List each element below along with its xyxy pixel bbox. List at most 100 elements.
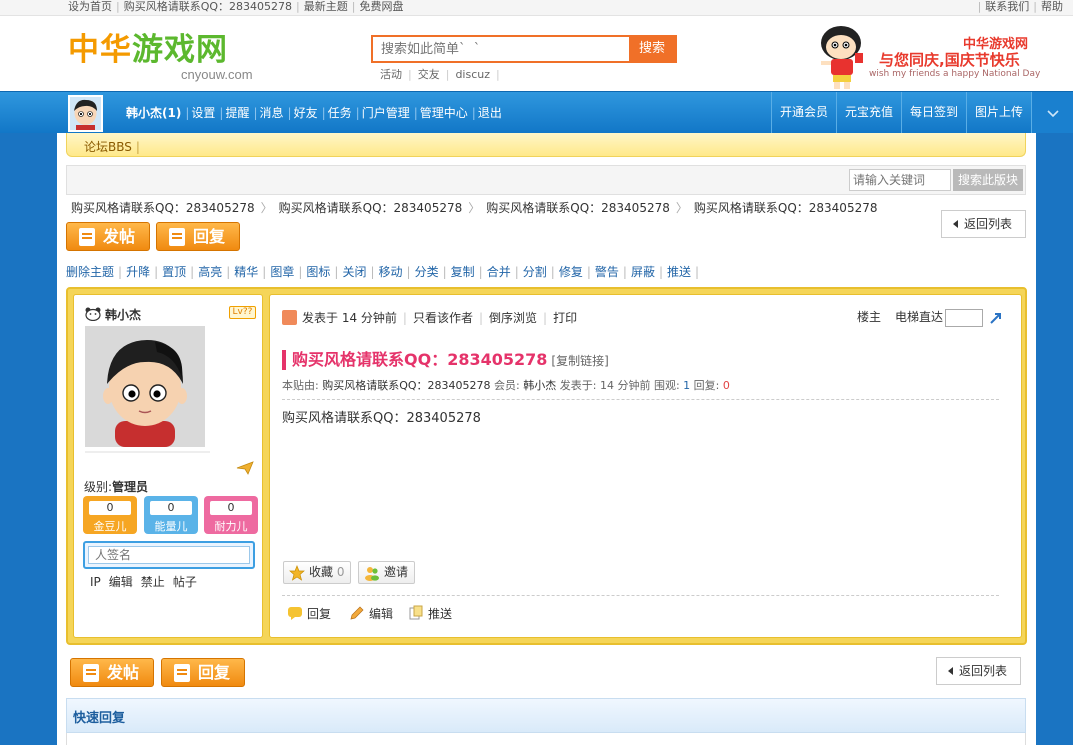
favorite-button[interactable]: 收藏 0 xyxy=(283,561,352,584)
mod-sticky[interactable]: 置顶 xyxy=(162,265,186,279)
mod-delete-topic[interactable]: 删除主题 xyxy=(66,265,114,279)
print-link[interactable]: 打印 xyxy=(553,311,577,325)
reverse-order-link[interactable]: 倒序浏览 xyxy=(489,311,537,325)
site-search-button[interactable]: 搜索 xyxy=(629,37,675,61)
author-ip-link[interactable]: IP xyxy=(90,575,101,589)
latest-topics-link[interactable]: 最新主题 xyxy=(304,0,348,13)
mod-copy[interactable]: 复制 xyxy=(451,265,475,279)
footer-push-link[interactable]: 推送 xyxy=(408,605,452,622)
nav-reminders[interactable]: 提醒 xyxy=(225,106,249,120)
mod-stamp[interactable]: 图章 xyxy=(270,265,294,279)
nav-username[interactable]: 韩小杰(1) xyxy=(126,106,181,120)
mod-warn[interactable]: 警告 xyxy=(595,265,619,279)
mod-repair[interactable]: 修复 xyxy=(559,265,583,279)
logo-text-a: 中华 xyxy=(68,32,132,68)
back-to-list-button[interactable]: 返回列表 xyxy=(941,210,1026,238)
nav-checkin-button[interactable]: 每日签到 xyxy=(900,92,966,134)
free-disk-link[interactable]: 免费网盘 xyxy=(359,0,403,13)
mod-category[interactable]: 分类 xyxy=(415,265,439,279)
nav-upload-button[interactable]: 图片上传 xyxy=(965,92,1031,134)
cartoon-kid-icon xyxy=(821,26,863,89)
nav-recharge-button[interactable]: 元宝充值 xyxy=(835,92,901,134)
breadcrumb-item[interactable]: 购买风格请联系QQ：283405278 xyxy=(71,201,255,215)
new-post-button-bottom[interactable]: 发帖 xyxy=(70,658,154,687)
post-time: 发表于 14 分钟前 xyxy=(302,311,397,325)
author-ban-link[interactable]: 禁止 xyxy=(141,575,165,589)
go-arrow-icon[interactable] xyxy=(989,311,1003,325)
mod-block[interactable]: 屏蔽 xyxy=(631,265,655,279)
breadcrumb-item[interactable]: 购买风格请联系QQ：283405278 xyxy=(279,201,463,215)
nav-messages[interactable]: 消息 xyxy=(260,106,284,120)
nav-avatar[interactable] xyxy=(68,95,103,132)
nav-more-button[interactable] xyxy=(1031,92,1073,134)
bear-icon xyxy=(85,307,101,321)
nav-tasks[interactable]: 任务 xyxy=(328,106,352,120)
new-post-button[interactable]: 发帖 xyxy=(66,222,150,251)
stat-stamina: 0 耐力儿 xyxy=(204,496,258,534)
mod-digest[interactable]: 精华 xyxy=(234,265,258,279)
forum-bbs-link[interactable]: 论坛BBS xyxy=(84,140,132,154)
forum-search-button[interactable]: 搜索此版块 xyxy=(953,169,1023,191)
author-posts-link[interactable]: 帖子 xyxy=(173,575,197,589)
author-name[interactable]: 韩小杰 xyxy=(105,308,141,322)
site-search-input[interactable] xyxy=(373,37,629,61)
mod-push[interactable]: 推送 xyxy=(667,265,691,279)
hotword-friends[interactable]: 交友 xyxy=(418,68,440,81)
top-links-right: | 联系我们 | 帮助 xyxy=(977,0,1063,13)
forum-keyword-input[interactable] xyxy=(849,169,951,191)
breadcrumb-item[interactable]: 购买风格请联系QQ：283405278 xyxy=(486,201,670,215)
footer-edit-link[interactable]: 编辑 xyxy=(349,605,393,622)
invite-label: 邀请 xyxy=(384,565,409,579)
mod-move[interactable]: 移动 xyxy=(379,265,403,279)
help-link[interactable]: 帮助 xyxy=(1041,0,1063,13)
author-avatar[interactable] xyxy=(85,326,205,447)
contact-us-link[interactable]: 联系我们 xyxy=(985,0,1029,13)
holiday-banner[interactable]: 中华游戏网 与您同庆,国庆节快乐 wish my friends a happy… xyxy=(815,19,1040,91)
author-level: 级别:管理员 xyxy=(84,478,148,495)
back-to-list-button-bottom[interactable]: 返回列表 xyxy=(936,657,1021,685)
mod-raise-lower[interactable]: 升降 xyxy=(126,265,150,279)
signature-box xyxy=(83,541,255,569)
mod-highlight[interactable]: 高亮 xyxy=(198,265,222,279)
floor-jump-input[interactable] xyxy=(945,308,983,327)
meta-poster[interactable]: 购买风格请联系QQ：283405278 xyxy=(322,379,490,392)
site-logo[interactable]: 中华游戏网 cnyouw.com xyxy=(68,31,278,83)
copy-link-button[interactable]: [复制链接] xyxy=(551,354,608,368)
post-body: 购买风格请联系QQ：283405278 xyxy=(282,411,481,426)
post-meta: 本贴由: 购买风格请联系QQ：283405278 会员: 韩小杰 发表于: 14… xyxy=(282,377,730,393)
mod-merge[interactable]: 合并 xyxy=(487,265,511,279)
nav-vip-button[interactable]: 开通会员 xyxy=(770,92,836,134)
nav-settings[interactable]: 设置 xyxy=(191,106,215,120)
nav-portal-admin[interactable]: 门户管理 xyxy=(362,106,410,120)
post-title-row: 购买风格请联系QQ：283405278 [复制链接] xyxy=(282,350,609,370)
site-header: 中华游戏网 cnyouw.com 搜索 活动|交友|discuz| 中华游戏网 … xyxy=(0,17,1073,91)
meta-member-name[interactable]: 韩小杰 xyxy=(523,379,556,392)
floor-jump: 楼主 电梯直达 xyxy=(857,308,1003,327)
reply-button[interactable]: 回复 xyxy=(156,222,240,251)
top-bar: 设为首页 | 购买风格请联系QQ：283405278 | 最新主题 | 免费网盘 | 联系我们… xyxy=(0,0,1073,16)
reply-button-bottom[interactable]: 回复 xyxy=(161,658,245,687)
sub-nav: 论坛BBS | xyxy=(66,133,1026,157)
mod-icon[interactable]: 图标 xyxy=(306,265,330,279)
footer-reply-link[interactable]: 回复 xyxy=(287,605,331,622)
view-author-only-link[interactable]: 只看该作者 xyxy=(413,311,473,325)
author-name-row: 韩小杰 xyxy=(84,306,141,323)
post-footer-divider xyxy=(282,595,999,596)
author-edit-link[interactable]: 编辑 xyxy=(109,575,133,589)
contact-qq-link[interactable]: 购买风格请联系QQ：283405278 xyxy=(124,0,292,13)
signature-input[interactable] xyxy=(88,546,250,564)
breadcrumb-item[interactable]: 购买风格请联系QQ：283405278 xyxy=(694,201,878,215)
set-homepage-link[interactable]: 设为首页 xyxy=(68,0,112,13)
send-message-icon[interactable] xyxy=(236,461,254,475)
level-label: 级别: xyxy=(84,480,113,494)
elevator-label: 电梯直达 xyxy=(894,310,943,324)
hotword-activity[interactable]: 活动 xyxy=(380,68,402,81)
favorite-label: 收藏 xyxy=(309,565,334,579)
nav-admin-center[interactable]: 管理中心 xyxy=(420,106,468,120)
invite-button[interactable]: 邀请 xyxy=(358,561,416,584)
nav-logout[interactable]: 退出 xyxy=(478,106,502,120)
hotword-discuz[interactable]: discuz xyxy=(455,68,490,81)
nav-friends[interactable]: 好友 xyxy=(294,106,318,120)
mod-close[interactable]: 关闭 xyxy=(342,265,366,279)
mod-split[interactable]: 分割 xyxy=(523,265,547,279)
